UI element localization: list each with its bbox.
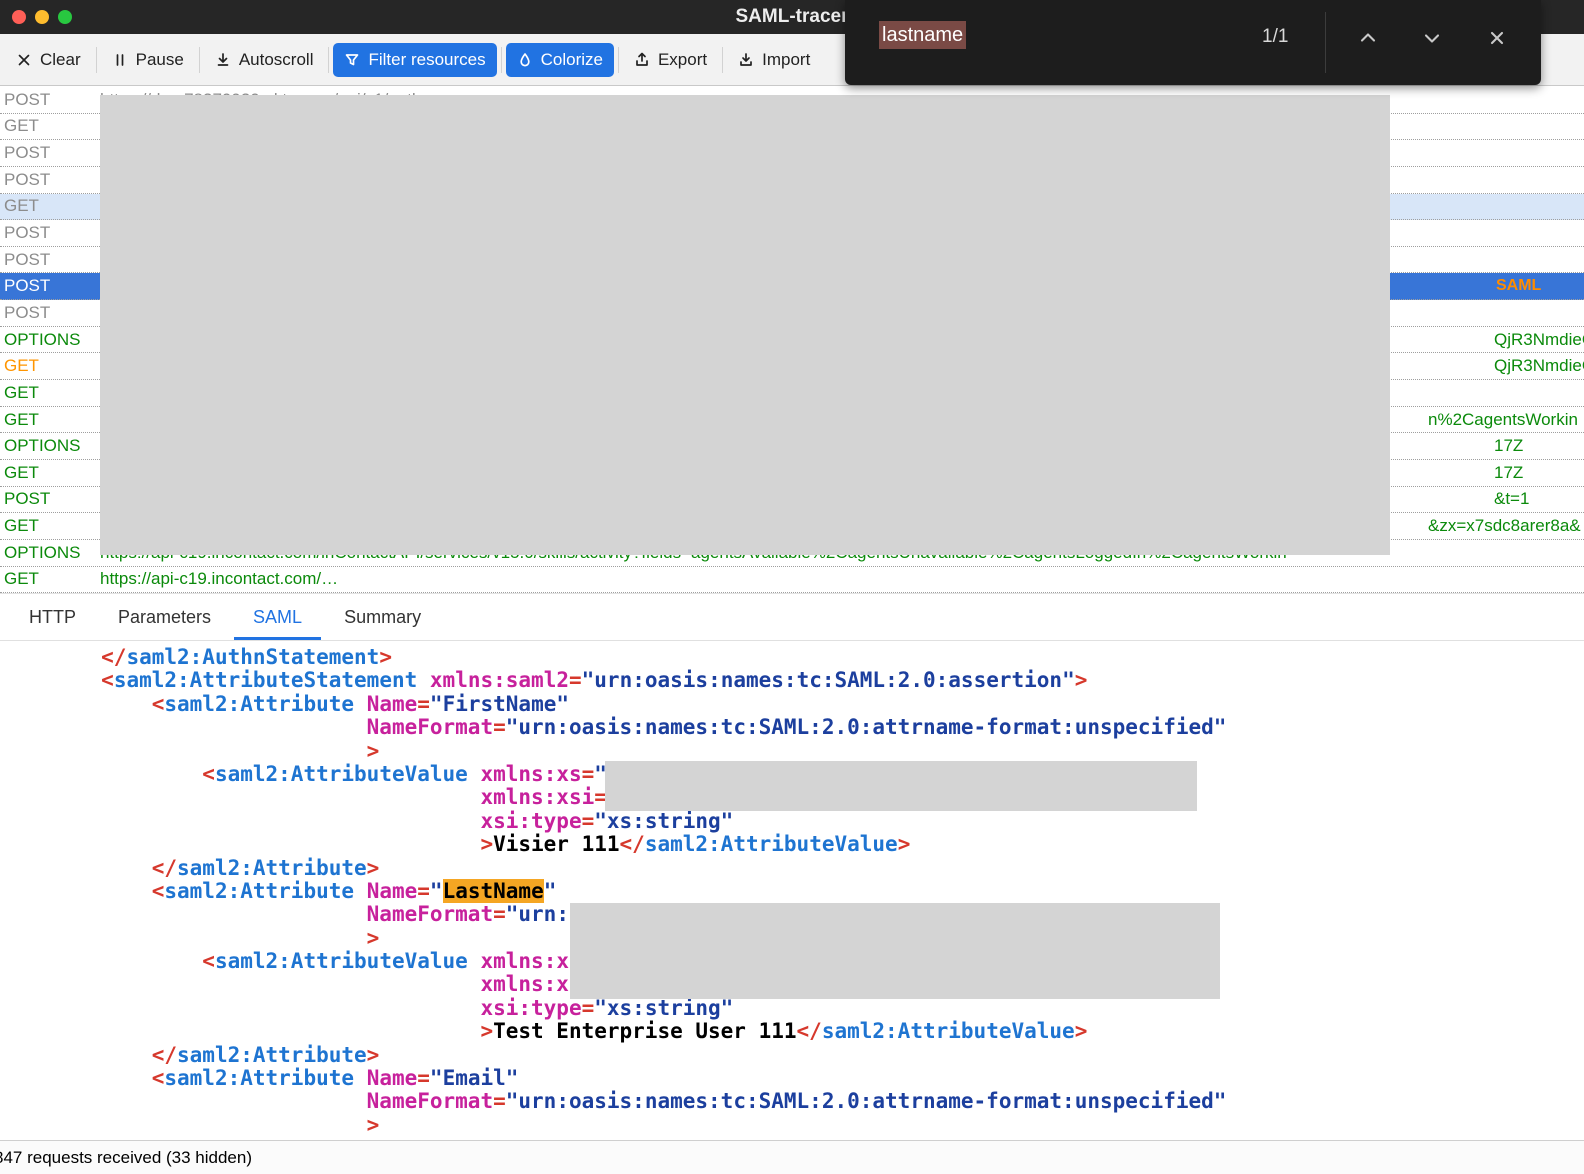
autoscroll-icon <box>215 52 231 68</box>
chevron-up-icon <box>1356 26 1380 50</box>
close-icon <box>1485 26 1509 50</box>
request-method: POST <box>4 143 50 163</box>
xml-line: >Test Enterprise User 111</saml2:Attribu… <box>0 1020 1584 1043</box>
clear-button[interactable]: Clear <box>5 43 92 77</box>
export-label: Export <box>658 50 707 70</box>
xml-line: NameFormat="urn:oasis:names:tc:SAML:2.0:… <box>0 716 1584 739</box>
pause-icon <box>112 52 128 68</box>
import-icon <box>738 52 754 68</box>
close-search-button[interactable] <box>1476 17 1518 59</box>
tab-parameters[interactable]: Parameters <box>97 594 232 640</box>
redacted-region <box>605 761 1197 811</box>
request-method: GET <box>4 383 39 403</box>
toolbar-separator <box>501 47 502 73</box>
xml-line: > <box>0 1114 1584 1137</box>
request-method: POST <box>4 170 50 190</box>
request-method: OPTIONS <box>4 436 81 456</box>
request-url-tail: QjR3NmdieGpZWi96 <box>1494 356 1584 376</box>
request-method: POST <box>4 303 50 323</box>
request-method: POST <box>4 489 50 509</box>
request-method: GET <box>4 196 39 216</box>
request-url-tail: 17Z <box>1494 436 1523 456</box>
request-url-tail: 17Z <box>1494 463 1523 483</box>
search-match-highlight: LastName <box>443 879 544 903</box>
xml-line: <saml2:Attribute Name="Email" <box>0 1067 1584 1090</box>
xml-line: <saml2:AttributeStatement xmlns:saml2="u… <box>0 669 1584 692</box>
pause-button[interactable]: Pause <box>101 43 195 77</box>
autoscroll-button[interactable]: Autoscroll <box>204 43 325 77</box>
xml-line: </saml2:Attribute> <box>0 1044 1584 1067</box>
detail-tabs: HTTPParametersSAMLSummary <box>0 593 1584 641</box>
request-method: OPTIONS <box>4 543 81 563</box>
xml-line: </saml2:AuthnStatement> <box>0 646 1584 669</box>
match-counter: 1/1 <box>1262 26 1288 48</box>
redacted-region <box>570 903 1220 999</box>
autoscroll-label: Autoscroll <box>239 50 314 70</box>
tab-saml[interactable]: SAML <box>232 594 323 640</box>
import-button[interactable]: Import <box>727 43 821 77</box>
tab-http[interactable]: HTTP <box>8 594 97 640</box>
xml-line: <saml2:Attribute Name="LastName" <box>0 880 1584 903</box>
prev-match-button[interactable] <box>1347 17 1389 59</box>
colorize-label: Colorize <box>541 50 603 70</box>
chevron-down-icon <box>1420 26 1444 50</box>
colorize-button[interactable]: Colorize <box>506 43 614 77</box>
import-label: Import <box>762 50 810 70</box>
request-method: OPTIONS <box>4 330 81 350</box>
clear-icon <box>16 52 32 68</box>
request-row[interactable]: GET https://api-c19.incontact.com/… <box>0 567 1584 593</box>
request-method: GET <box>4 116 39 136</box>
request-method: POST <box>4 90 50 110</box>
filter-label: Filter resources <box>368 50 485 70</box>
search-input[interactable]: lastname <box>879 24 966 47</box>
search-overlay: lastname 1/1 <box>845 0 1541 85</box>
clear-label: Clear <box>40 50 81 70</box>
colorize-icon <box>517 52 533 68</box>
toolbar-separator <box>722 47 723 73</box>
search-divider <box>1325 12 1326 73</box>
export-icon <box>634 52 650 68</box>
request-method: POST <box>4 250 50 270</box>
request-url-tail: n%2CagentsWorkin <box>1428 410 1578 430</box>
redacted-region <box>100 95 1390 555</box>
request-method: POST <box>4 276 50 296</box>
request-method: POST <box>4 223 50 243</box>
toolbar-separator <box>96 47 97 73</box>
request-url-tail: &t=1 <box>1494 489 1529 509</box>
toolbar-separator <box>618 47 619 73</box>
request-method: GET <box>4 569 39 589</box>
toolbar-separator <box>199 47 200 73</box>
export-button[interactable]: Export <box>623 43 718 77</box>
filter-icon <box>344 52 360 68</box>
xml-line: <saml2:Attribute Name="FirstName" <box>0 693 1584 716</box>
toolbar-separator <box>328 47 329 73</box>
request-method: GET <box>4 356 39 376</box>
xml-line: >Visier 111</saml2:AttributeValue> <box>0 833 1584 856</box>
request-url: https://api-c19.incontact.com/… <box>100 569 338 589</box>
xml-line: xsi:type="xs:string" <box>0 997 1584 1020</box>
xml-line: NameFormat="urn:oasis:names:tc:SAML:2.0:… <box>0 1090 1584 1113</box>
request-method: GET <box>4 410 39 430</box>
xml-line: xsi:type="xs:string" <box>0 810 1584 833</box>
saml-badge: SAML <box>1496 277 1541 295</box>
request-method: GET <box>4 463 39 483</box>
filter-button[interactable]: Filter resources <box>333 43 496 77</box>
status-bar: 847 requests received (33 hidden) <box>0 1140 1584 1174</box>
next-match-button[interactable] <box>1411 17 1453 59</box>
request-url-tail: &zx=x7sdc8arer8a& <box>1428 516 1581 536</box>
xml-line: > <box>0 740 1584 763</box>
pause-label: Pause <box>136 50 184 70</box>
tab-summary[interactable]: Summary <box>323 594 442 640</box>
search-query-text: lastname <box>879 21 966 49</box>
saml-code: </saml2:AuthnStatement> <saml2:Attribute… <box>0 641 1584 1140</box>
request-method: GET <box>4 516 39 536</box>
xml-line: </saml2:Attribute> <box>0 857 1584 880</box>
status-text: 847 requests received (33 hidden) <box>0 1148 252 1168</box>
request-url-tail: QjR3NmdieGpZWi96 <box>1494 330 1584 350</box>
